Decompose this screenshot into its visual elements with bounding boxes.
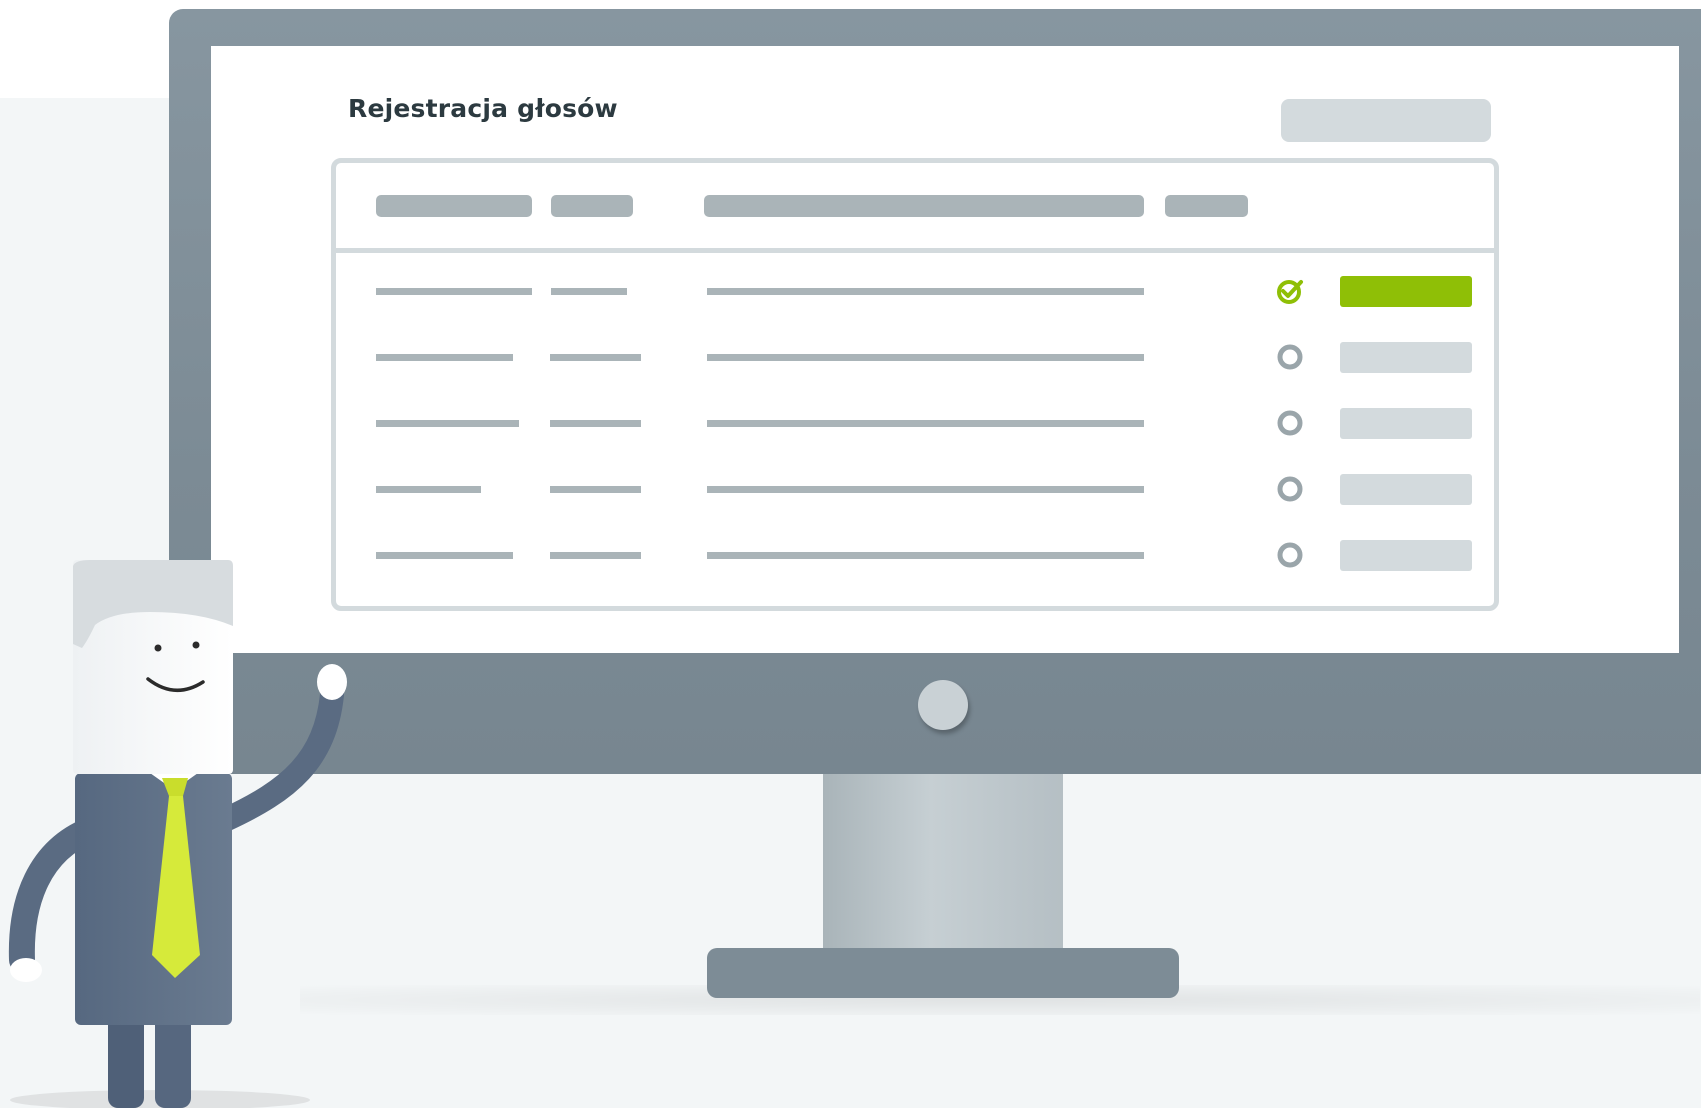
cell-id bbox=[550, 354, 641, 361]
cell-name bbox=[376, 420, 519, 427]
monitor-screen: Rejestracja głosów bbox=[211, 46, 1679, 653]
empty-circle-icon[interactable] bbox=[1273, 406, 1307, 440]
table-header bbox=[336, 163, 1494, 253]
column-header-1 bbox=[376, 195, 532, 217]
cell-name bbox=[376, 288, 532, 295]
monitor-stand-neck bbox=[823, 774, 1063, 952]
cell-name bbox=[376, 486, 481, 493]
cell-id bbox=[550, 420, 641, 427]
cell-name bbox=[376, 552, 513, 559]
header-action-button[interactable] bbox=[1281, 99, 1491, 142]
monitor-power-button bbox=[918, 680, 968, 730]
scene: Rejestracja głosów bbox=[0, 0, 1701, 1108]
cell-id bbox=[551, 288, 627, 295]
column-header-4 bbox=[1165, 195, 1248, 217]
table-row bbox=[336, 524, 1494, 590]
votes-table bbox=[331, 158, 1499, 611]
row-action-button[interactable] bbox=[1340, 408, 1472, 439]
empty-circle-icon[interactable] bbox=[1273, 538, 1307, 572]
cell-name bbox=[376, 354, 513, 361]
table-row bbox=[336, 458, 1494, 524]
table-row bbox=[336, 260, 1494, 326]
monitor-stand-base bbox=[707, 948, 1179, 998]
row-action-button[interactable] bbox=[1340, 276, 1472, 307]
empty-circle-icon[interactable] bbox=[1273, 472, 1307, 506]
column-header-3 bbox=[704, 195, 1144, 217]
cell-description bbox=[707, 354, 1144, 361]
table-row bbox=[336, 326, 1494, 392]
empty-circle-icon[interactable] bbox=[1273, 340, 1307, 374]
cell-id bbox=[550, 486, 641, 493]
cell-description bbox=[707, 288, 1144, 295]
page-title: Rejestracja głosów bbox=[348, 94, 618, 123]
check-circle-icon[interactable] bbox=[1273, 274, 1307, 308]
row-action-button[interactable] bbox=[1340, 342, 1472, 373]
row-action-button[interactable] bbox=[1340, 474, 1472, 505]
cell-description bbox=[707, 420, 1144, 427]
cell-description bbox=[707, 486, 1144, 493]
column-header-2 bbox=[551, 195, 633, 217]
row-action-button[interactable] bbox=[1340, 540, 1472, 571]
table-row bbox=[336, 392, 1494, 458]
cell-description bbox=[707, 552, 1144, 559]
cell-id bbox=[550, 552, 641, 559]
